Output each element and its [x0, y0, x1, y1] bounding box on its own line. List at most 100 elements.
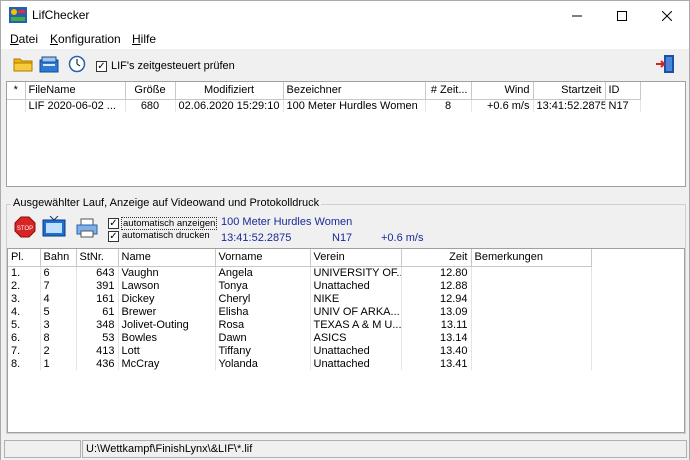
- results-col-club[interactable]: Verein: [310, 249, 402, 267]
- files-col-id[interactable]: ID: [605, 82, 641, 100]
- menu-bar: Datei Konfiguration Hilfe: [1, 30, 689, 49]
- tv-icon: [42, 215, 66, 241]
- file-row[interactable]: LIF 2020-06-02 ... 680 02.06.2020 15:29:…: [7, 99, 641, 112]
- files-grid[interactable]: * FileName Größe Modifiziert Bezeichner …: [6, 81, 686, 187]
- menu-hilfe-mnemonic: H: [132, 32, 141, 46]
- result-lane: 8: [40, 331, 77, 344]
- result-remarks: [471, 344, 592, 357]
- settings-button[interactable]: [37, 53, 61, 77]
- result-bib: 348: [76, 318, 119, 331]
- exit-button[interactable]: [653, 53, 677, 77]
- result-row[interactable]: 6. 8 53 Bowles Dawn ASICS 13.14: [8, 331, 592, 344]
- results-grid[interactable]: Pl. Bahn StNr. Name Vorname Verein Zeit …: [7, 248, 685, 433]
- result-row[interactable]: 1. 6 643 Vaughn Angela UNIVERSITY OF... 12.80: [8, 266, 592, 279]
- menu-hilfe[interactable]: Hilfe: [132, 32, 156, 46]
- result-firstname: Elisha: [215, 305, 311, 318]
- result-remarks: [471, 331, 592, 344]
- results-col-time[interactable]: Zeit: [401, 249, 472, 267]
- result-club: Unattached: [310, 279, 402, 292]
- result-club: ASICS: [310, 331, 402, 344]
- folder-icon: [13, 56, 33, 75]
- result-remarks: [471, 305, 592, 318]
- files-col-modified[interactable]: Modifiziert: [175, 82, 284, 100]
- result-bib: 61: [76, 305, 119, 318]
- result-row[interactable]: 8. 1 436 McCray Yolanda Unattached 13.41: [8, 357, 592, 370]
- app-icon: [9, 7, 27, 23]
- result-lane: 7: [40, 279, 77, 292]
- results-col-bib[interactable]: StNr.: [76, 249, 119, 267]
- result-lane: 1: [40, 357, 77, 370]
- status-left: [4, 440, 81, 458]
- auto-display-label: automatisch anzeigen: [121, 217, 218, 230]
- selected-start-time: 13:41:52.2875: [221, 232, 292, 244]
- result-club: Unattached: [310, 357, 402, 370]
- results-col-lane[interactable]: Bahn: [40, 249, 77, 267]
- auto-print-checkbox[interactable]: ✓: [108, 231, 119, 242]
- print-button[interactable]: [75, 217, 99, 241]
- files-col-name[interactable]: Bezeichner: [283, 82, 426, 100]
- file-star: [7, 99, 26, 112]
- results-col-firstname[interactable]: Vorname: [215, 249, 311, 267]
- result-row[interactable]: 2. 7 391 Lawson Tonya Unattached 12.88: [8, 279, 592, 292]
- file-modified: 02.06.2020 15:29:10: [175, 99, 284, 112]
- result-name: Jolivet-Outing: [118, 318, 216, 331]
- status-bar: U:\Wettkampf\FinishLynx\&LIF\*.lif: [1, 438, 689, 460]
- result-bib: 643: [76, 266, 119, 279]
- result-club: TEXAS A & M U...: [310, 318, 402, 331]
- file-id: N17: [605, 99, 641, 112]
- result-name: Lott: [118, 344, 216, 357]
- maximize-button[interactable]: [599, 1, 644, 30]
- result-firstname: Cheryl: [215, 292, 311, 305]
- files-col-star[interactable]: *: [7, 82, 26, 100]
- result-club: UNIVERSITY OF...: [310, 266, 402, 279]
- app-window: LifChecker Datei Konfiguration Hilfe ✓ L…: [0, 0, 690, 460]
- result-place: 6.: [8, 331, 41, 344]
- files-col-filename[interactable]: FileName: [25, 82, 126, 100]
- menu-datei-mnemonic: D: [10, 32, 19, 46]
- result-remarks: [471, 292, 592, 305]
- results-col-place[interactable]: Pl.: [8, 249, 41, 267]
- result-place: 2.: [8, 279, 41, 292]
- close-button[interactable]: [644, 1, 689, 30]
- timer-button[interactable]: [65, 53, 89, 77]
- file-filename: LIF 2020-06-02 ...: [25, 99, 126, 112]
- video-wall-button[interactable]: [41, 215, 67, 241]
- open-folder-button[interactable]: [11, 53, 35, 77]
- results-col-remarks[interactable]: Bemerkungen: [471, 249, 592, 267]
- result-place: 3.: [8, 292, 41, 305]
- file-start: 13:41:52.2875: [533, 99, 606, 112]
- result-name: Lawson: [118, 279, 216, 292]
- result-row[interactable]: 4. 5 61 Brewer Elisha UNIV OF ARKA... 13.09: [8, 305, 592, 318]
- result-firstname: Dawn: [215, 331, 311, 344]
- file-size: 680: [125, 99, 176, 112]
- auto-print-label: automatisch drucken: [122, 230, 210, 241]
- menu-konfiguration[interactable]: Konfiguration: [50, 32, 121, 46]
- result-time: 12.88: [401, 279, 472, 292]
- status-path: U:\Wettkampf\FinishLynx\&LIF\*.lif: [82, 440, 687, 458]
- files-col-size[interactable]: Größe: [125, 82, 176, 100]
- result-place: 4.: [8, 305, 41, 318]
- selected-event-name: 100 Meter Hurdles Women: [221, 216, 353, 228]
- result-row[interactable]: 5. 3 348 Jolivet-Outing Rosa TEXAS A & M U...…: [8, 318, 592, 331]
- selected-run-group-title: Ausgewählter Lauf, Anzeige auf Videowand…: [11, 197, 322, 209]
- files-col-wind[interactable]: Wind: [471, 82, 534, 100]
- result-row[interactable]: 3. 4 161 Dickey Cheryl NIKE 12.94: [8, 292, 592, 305]
- result-bib: 391: [76, 279, 119, 292]
- files-col-start[interactable]: Startzeit: [533, 82, 606, 100]
- files-col-count[interactable]: # Zeit...: [425, 82, 472, 100]
- minimize-button[interactable]: [554, 1, 599, 30]
- timed-check-checkbox[interactable]: ✓: [96, 61, 107, 72]
- svg-text:STOP: STOP: [17, 226, 33, 232]
- auto-display-checkbox[interactable]: ✓: [108, 218, 119, 229]
- results-col-name[interactable]: Name: [118, 249, 216, 267]
- result-lane: 2: [40, 344, 77, 357]
- file-count: 8: [425, 99, 472, 112]
- result-place: 8.: [8, 357, 41, 370]
- menu-datei[interactable]: Datei: [10, 32, 38, 46]
- result-row[interactable]: 7. 2 413 Lott Tiffany Unattached 13.40: [8, 344, 592, 357]
- title-bar: LifChecker: [1, 1, 689, 30]
- result-bib: 436: [76, 357, 119, 370]
- stop-button[interactable]: STOP: [13, 216, 37, 240]
- result-name: Dickey: [118, 292, 216, 305]
- result-name: Bowles: [118, 331, 216, 344]
